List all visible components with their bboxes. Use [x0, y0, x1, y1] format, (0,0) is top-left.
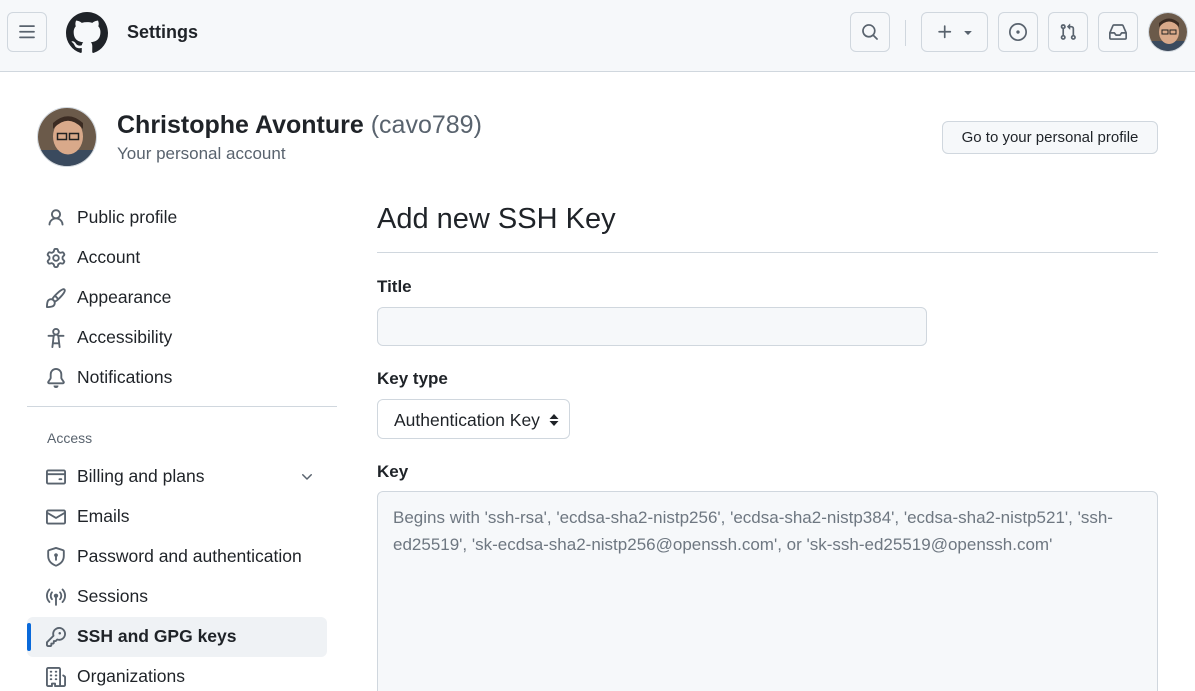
- sidebar-heading-access: Access: [47, 430, 93, 446]
- active-indicator: [27, 623, 31, 651]
- sidebar-item-label: Accessibility: [77, 327, 173, 347]
- search-button[interactable]: [850, 12, 890, 52]
- bell-icon: [47, 368, 65, 388]
- person-icon: [48, 209, 64, 226]
- mail-icon: [46, 509, 66, 525]
- profile-avatar: [37, 107, 97, 167]
- menu-button[interactable]: [7, 12, 47, 52]
- accessibility-icon: [47, 328, 65, 348]
- sidebar-item-notifications[interactable]: Notifications: [27, 358, 327, 398]
- sidebar-item-label: Emails: [77, 506, 130, 526]
- sidebar-item-accessibility[interactable]: Accessibility: [27, 318, 327, 358]
- sidebar-item-label: Appearance: [77, 287, 172, 307]
- issues-button[interactable]: [998, 12, 1038, 52]
- sidebar-item-label: Account: [77, 247, 141, 267]
- header-divider: [905, 20, 906, 46]
- sidebar-item-ssh-gpg-keys[interactable]: SSH and GPG keys: [27, 617, 327, 657]
- profile-login: (cavo789): [370, 111, 482, 139]
- organization-icon: [46, 667, 66, 687]
- sidebar-item-label: Password and authentication: [77, 546, 302, 566]
- issue-opened-icon: [1009, 23, 1027, 41]
- github-mark-icon[interactable]: [66, 12, 108, 54]
- hamburger-icon: [19, 25, 35, 39]
- select-arrows-icon: [549, 414, 559, 426]
- user-avatar[interactable]: [1148, 12, 1188, 52]
- pull-requests-button[interactable]: [1048, 12, 1088, 52]
- sidebar-item-label: Sessions: [77, 586, 149, 606]
- key-placeholder: Begins with 'ssh-rsa', 'ecdsa-sha2-nistp…: [393, 508, 1113, 554]
- plus-icon: [937, 25, 951, 39]
- sidebar-item-billing[interactable]: Billing and plans: [27, 457, 327, 497]
- key-type-label: Key type: [377, 369, 448, 388]
- sidebar-item-account[interactable]: Account: [27, 238, 327, 278]
- search-icon: [862, 24, 878, 40]
- title-divider: [377, 252, 1158, 253]
- context-title[interactable]: Settings: [127, 22, 198, 43]
- go-to-profile-button[interactable]: Go to your personal profile: [942, 121, 1158, 154]
- key-icon: [46, 627, 66, 647]
- chevron-down-icon[interactable]: [299, 469, 315, 485]
- paintbrush-icon: [46, 288, 66, 308]
- git-pull-request-icon: [1060, 23, 1076, 40]
- title-label: Title: [377, 277, 412, 296]
- sidebar-item-label: Public profile: [77, 207, 178, 227]
- sidebar-item-label: SSH and GPG keys: [77, 626, 237, 646]
- inbox-icon: [1109, 24, 1127, 40]
- key-textarea[interactable]: Begins with 'ssh-rsa', 'ecdsa-sha2-nistp…: [377, 491, 1158, 691]
- create-new-button[interactable]: [921, 12, 988, 52]
- key-type-value: Authentication Key: [394, 410, 540, 430]
- shield-lock-icon: [47, 547, 65, 567]
- key-type-select[interactable]: Authentication Key: [377, 399, 570, 439]
- sidebar-item-password-authentication[interactable]: Password and authentication: [27, 537, 327, 577]
- page-title: Add new SSH Key: [377, 203, 616, 235]
- sidebar-divider: [27, 406, 337, 407]
- app-header: Settings: [0, 0, 1195, 72]
- sidebar-item-label: Organizations: [77, 666, 185, 686]
- sidebar-item-label: Notifications: [77, 367, 173, 387]
- sidebar-item-appearance[interactable]: Appearance: [27, 278, 327, 318]
- sidebar-item-organizations[interactable]: Organizations: [27, 657, 327, 691]
- inbox-button[interactable]: [1098, 12, 1138, 52]
- sidebar-item-sessions[interactable]: Sessions: [27, 577, 327, 617]
- gear-icon: [46, 248, 66, 268]
- credit-card-icon: [46, 469, 66, 485]
- profile-name: Christophe Avonture (cavo789): [117, 111, 482, 140]
- triangle-down-icon: [963, 31, 972, 35]
- profile-full-name: Christophe Avonture: [117, 111, 364, 139]
- title-input[interactable]: [377, 307, 927, 346]
- broadcast-icon: [46, 588, 66, 606]
- profile-subtitle: Your personal account: [117, 144, 286, 163]
- sidebar-item-emails[interactable]: Emails: [27, 497, 327, 537]
- sidebar-item-label: Billing and plans: [77, 466, 205, 486]
- sidebar-item-public-profile[interactable]: Public profile: [27, 198, 327, 238]
- key-label: Key: [377, 462, 409, 481]
